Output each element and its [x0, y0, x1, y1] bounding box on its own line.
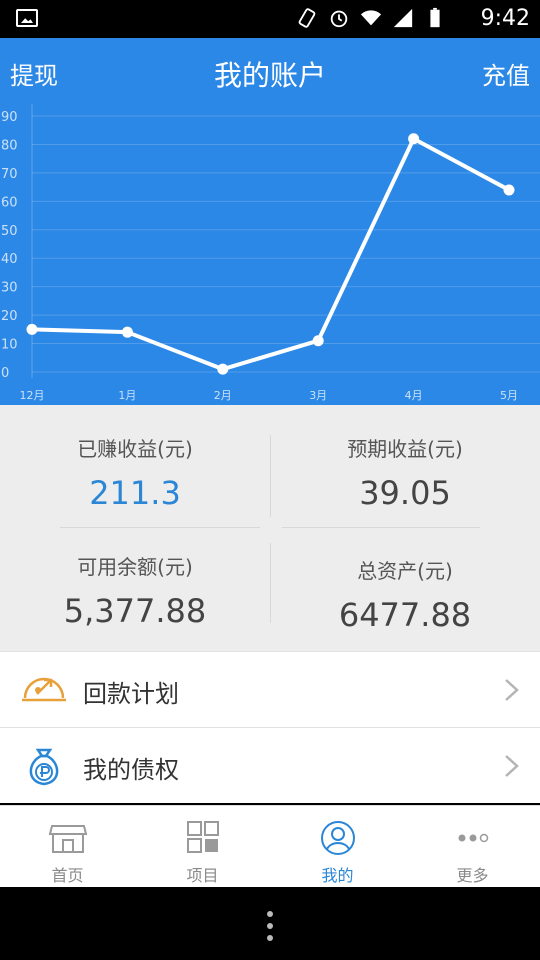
tab-label: 更多 [456, 866, 489, 885]
menu-item-label: 我的债权 [83, 756, 179, 784]
y-tick-label: 90 [1, 110, 18, 125]
gallery-notification-icon [16, 9, 38, 27]
repayment-plan-icon [22, 677, 66, 702]
data-point [26, 323, 38, 335]
x-tick-label: 2月 [214, 389, 232, 402]
page-title: 我的账户 [213, 59, 326, 92]
grid-icon [186, 821, 219, 853]
available-stat: 可用余额(元) 5,377.88 [0, 551, 270, 630]
chevron-right-icon [505, 679, 519, 701]
tab-label: 首页 [51, 866, 84, 885]
available-value: 5,377.88 [63, 592, 207, 630]
more-dots-icon [458, 833, 488, 843]
tab-more[interactable]: 更多 [405, 806, 540, 888]
y-tick-label: 70 [1, 167, 18, 182]
y-tick-label: 60 [1, 195, 18, 210]
chevron-right-icon [505, 755, 519, 777]
expected-stat: 预期收益(元) 39.05 [270, 433, 540, 512]
y-tick-label: 30 [1, 281, 18, 296]
data-point [503, 184, 515, 196]
user-circle-icon [320, 821, 355, 855]
clock: 9:42 [480, 6, 530, 31]
divider [282, 527, 480, 528]
tab-mine[interactable]: 我的 [270, 806, 405, 888]
data-point [408, 133, 420, 145]
earnings-line-chart: 0 10 20 30 40 50 60 70 80 90 12月 1月 2月 3月 4月 5月 [1, 104, 540, 402]
money-bag-icon [29, 748, 59, 786]
status-icons [296, 7, 446, 29]
bottom-tab-bar: 首页 项目 我的 更多 [0, 805, 540, 887]
y-tick-label: 20 [1, 309, 18, 324]
x-tick-label: 4月 [405, 389, 423, 402]
earned-label: 已赚收益(元) [77, 437, 193, 461]
wifi-icon [360, 10, 382, 26]
signal-icon [393, 8, 413, 28]
data-point [312, 335, 324, 347]
top-bar: 提现 我的账户 充值 [0, 38, 540, 106]
expected-label: 预期收益(元) [347, 437, 463, 461]
tab-projects[interactable]: 项目 [135, 806, 270, 888]
data-point [121, 326, 133, 338]
alarm-icon [330, 10, 348, 28]
y-tick-label: 40 [1, 252, 18, 267]
tab-label: 项目 [186, 866, 219, 885]
y-tick-label: 10 [1, 338, 18, 353]
tab-home[interactable]: 首页 [0, 806, 135, 888]
data-point [217, 363, 229, 375]
x-tick-label: 1月 [118, 389, 136, 402]
y-tick-label: 50 [1, 224, 18, 239]
account-menu: 回款计划 我的债权 [0, 651, 540, 803]
battery-icon [430, 7, 440, 28]
x-tick-label: 5月 [500, 389, 518, 402]
divider [270, 435, 271, 517]
divider [270, 543, 271, 623]
menu-item-repayment-plan[interactable]: 回款计划 [0, 651, 540, 727]
store-icon [48, 825, 87, 853]
y-tick-label: 80 [1, 138, 18, 153]
menu-item-my-claims[interactable]: 我的债权 [0, 727, 540, 803]
divider [60, 527, 260, 528]
system-nav-bar [0, 887, 540, 960]
menu-item-label: 回款计划 [83, 680, 179, 708]
total-stat: 总资产(元) 6477.88 [270, 555, 540, 634]
status-bar: 9:42 [0, 0, 540, 38]
rotation-lock-icon [298, 8, 316, 28]
recharge-button[interactable]: 充值 [482, 56, 530, 91]
earned-stat: 已赚收益(元) 211.3 [0, 433, 270, 512]
x-tick-label: 12月 [20, 389, 45, 402]
expected-value: 39.05 [359, 474, 451, 512]
account-stats: 已赚收益(元) 211.3 预期收益(元) 39.05 可用余额(元) 5,37… [0, 405, 540, 651]
total-value: 6477.88 [338, 596, 472, 634]
total-label: 总资产(元) [357, 559, 453, 583]
overflow-menu-icon[interactable] [266, 911, 274, 943]
y-tick-label: 0 [1, 366, 9, 381]
x-tick-label: 3月 [309, 389, 327, 402]
tab-label: 我的 [321, 866, 354, 885]
earned-value: 211.3 [89, 474, 181, 512]
available-label: 可用余额(元) [77, 555, 193, 579]
